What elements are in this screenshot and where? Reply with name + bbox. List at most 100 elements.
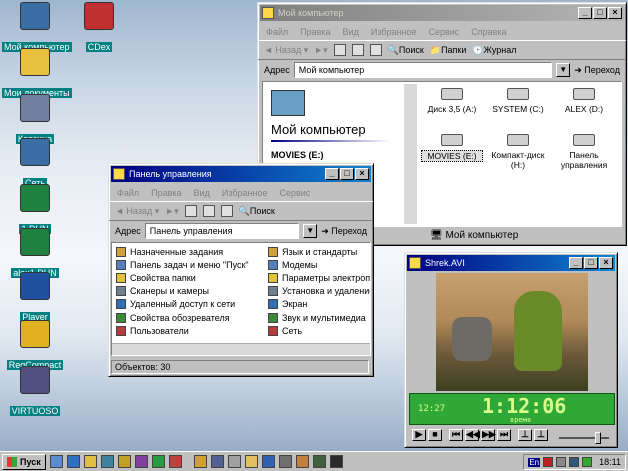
- menu-item[interactable]: Файл: [117, 188, 139, 198]
- desktop-icon[interactable]: RegCompact: [2, 320, 68, 370]
- up-icon[interactable]: [333, 44, 346, 56]
- applet-item[interactable]: Сеть: [268, 324, 370, 337]
- search-button[interactable]: 🔍Поиск: [239, 206, 275, 217]
- minimize-button[interactable]: _: [325, 168, 339, 180]
- applet-item[interactable]: Звук и мультимедиа: [268, 311, 370, 324]
- address-input[interactable]: Мой компьютер: [293, 62, 553, 78]
- drive-item[interactable]: MOVIES (E:): [421, 134, 483, 162]
- drive-item[interactable]: Компакт-диск (H:): [487, 134, 549, 170]
- menu-item[interactable]: Вид: [343, 27, 359, 37]
- desktop-icon[interactable]: VIRTUOSO: [2, 366, 68, 416]
- maximize-button[interactable]: □: [340, 168, 354, 180]
- taskbar-app-button[interactable]: [227, 455, 241, 468]
- applet-item[interactable]: Панель задач и меню "Пуск": [116, 258, 264, 271]
- desktop-icon[interactable]: alex1.DUN: [2, 228, 68, 278]
- volume-icon[interactable]: [556, 457, 567, 467]
- menu-item[interactable]: Избранное: [222, 188, 268, 198]
- play-button[interactable]: ▶: [412, 429, 426, 441]
- quicklaunch-app-icon[interactable]: [168, 455, 182, 468]
- applet-item[interactable]: Экран: [268, 298, 370, 311]
- close-button[interactable]: ×: [355, 168, 369, 180]
- quicklaunch-app-icon[interactable]: [151, 455, 165, 468]
- menu-item[interactable]: Сервис: [279, 188, 310, 198]
- skip-forward-button[interactable]: ⏭: [497, 429, 511, 441]
- taskbar-app-button[interactable]: [244, 455, 258, 468]
- quicklaunch-app-icon[interactable]: [134, 455, 148, 468]
- minimize-button[interactable]: _: [569, 257, 583, 269]
- clock[interactable]: 18:11: [599, 457, 621, 467]
- volume-thumb[interactable]: [595, 432, 601, 444]
- copy-icon[interactable]: [369, 44, 382, 56]
- chevron-down-icon[interactable]: ▼: [556, 63, 571, 77]
- applet-item[interactable]: Сканеры и камеры: [116, 285, 264, 298]
- go-button[interactable]: ➜ Переход: [321, 226, 367, 237]
- applet-item[interactable]: Пользователи: [116, 324, 264, 337]
- desktop-icon[interactable]: Корзина: [2, 94, 68, 144]
- tray-app-icon[interactable]: [582, 457, 593, 467]
- desktop-icon[interactable]: CDex: [66, 2, 132, 52]
- menu-item[interactable]: Справка: [471, 27, 506, 37]
- minimize-button[interactable]: _: [578, 7, 592, 19]
- applet-item[interactable]: Параметры электропи: [268, 271, 370, 284]
- applet-item[interactable]: Свойства папки: [116, 271, 264, 284]
- mycomputer-titlebar[interactable]: Мой компьютер _ □ ×: [260, 5, 624, 21]
- applet-item[interactable]: Удаленный доступ к сети: [116, 298, 264, 311]
- cut-icon[interactable]: [202, 205, 215, 217]
- taskbar-app-button[interactable]: [278, 455, 292, 468]
- address-input[interactable]: Панель управления: [144, 223, 300, 239]
- forward-button[interactable]: ►▾: [314, 45, 327, 56]
- folders-button[interactable]: 📁Папки: [430, 45, 467, 56]
- back-button[interactable]: ◄ Назад ▾: [264, 45, 308, 56]
- mark-in-button[interactable]: ⊥: [518, 429, 532, 441]
- network-icon[interactable]: [569, 457, 580, 467]
- menu-item[interactable]: Правка: [300, 27, 330, 37]
- drive-item[interactable]: ALEX (D:): [553, 88, 615, 114]
- desktop-icon[interactable]: Мои документы: [2, 48, 72, 98]
- horizontal-scrollbar[interactable]: [112, 343, 370, 355]
- menu-item[interactable]: Файл: [266, 27, 288, 37]
- start-button[interactable]: Пуск: [2, 453, 46, 470]
- close-button[interactable]: ×: [608, 7, 622, 19]
- quicklaunch-media-icon[interactable]: [100, 455, 114, 468]
- mediaplayer-titlebar[interactable]: Shrek.AVI _ □ ×: [407, 255, 615, 271]
- taskbar-app-button[interactable]: [210, 455, 224, 468]
- forward-button[interactable]: ►▾: [165, 206, 178, 217]
- taskbar-app-button[interactable]: [261, 455, 275, 468]
- stop-button[interactable]: ■: [428, 429, 442, 441]
- taskbar-app-button[interactable]: [295, 455, 309, 468]
- volume-slider[interactable]: [559, 432, 609, 444]
- mark-out-button[interactable]: ⊥: [534, 429, 548, 441]
- journal-button[interactable]: 🕒Журнал: [472, 45, 516, 56]
- menu-item[interactable]: Избранное: [371, 27, 417, 37]
- desktop-icon[interactable]: 1.DUN: [2, 184, 68, 234]
- applet-item[interactable]: Модемы: [268, 258, 370, 271]
- go-button[interactable]: ➜ Переход: [574, 65, 620, 76]
- rewind-button[interactable]: ◀◀: [465, 429, 480, 441]
- close-button[interactable]: ×: [599, 257, 613, 269]
- up-icon[interactable]: [184, 205, 197, 217]
- taskbar-app-button[interactable]: [312, 455, 326, 468]
- applet-item[interactable]: Установка и удаление: [268, 285, 370, 298]
- drive-item[interactable]: Панель управления: [553, 134, 615, 170]
- search-button[interactable]: 🔍Поиск: [388, 45, 424, 56]
- menu-item[interactable]: Правка: [151, 188, 181, 198]
- copy-icon[interactable]: [220, 205, 233, 217]
- quicklaunch-desktop-icon[interactable]: [49, 455, 63, 468]
- controlpanel-titlebar[interactable]: Панель управления _ □ ×: [111, 166, 371, 182]
- drive-item[interactable]: SYSTEM (C:): [487, 88, 549, 114]
- quicklaunch-ie-icon[interactable]: [66, 455, 80, 468]
- taskbar-app-button[interactable]: [329, 455, 343, 468]
- applet-item[interactable]: Язык и стандарты: [268, 245, 370, 258]
- language-indicator[interactable]: En: [528, 457, 541, 467]
- quicklaunch-player-icon[interactable]: [117, 455, 131, 468]
- maximize-button[interactable]: □: [584, 257, 598, 269]
- fast-forward-button[interactable]: ▶▶: [481, 429, 496, 441]
- applet-item[interactable]: Свойства обозревателя: [116, 311, 264, 324]
- back-button[interactable]: ◄ Назад ▾: [115, 206, 159, 217]
- vertical-scrollbar[interactable]: [405, 84, 417, 224]
- quicklaunch-outlook-icon[interactable]: [83, 455, 97, 468]
- applet-item[interactable]: Назначенные задания: [116, 245, 264, 258]
- drive-item[interactable]: Диск 3,5 (A:): [421, 88, 483, 114]
- menu-item[interactable]: Вид: [194, 188, 210, 198]
- desktop-icon[interactable]: Сеть: [2, 138, 68, 188]
